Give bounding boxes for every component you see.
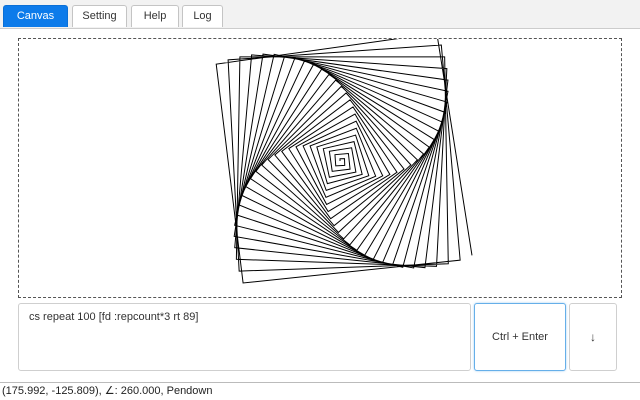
- tab-setting[interactable]: Setting: [72, 5, 127, 27]
- turtle-path: [215, 39, 473, 284]
- turtle-heading: ∠: 260.000,: [104, 385, 164, 397]
- run-button[interactable]: Ctrl + Enter: [474, 303, 566, 371]
- tab-canvas[interactable]: Canvas: [3, 5, 68, 27]
- turtle-drawing: [215, 39, 473, 284]
- tab-bar: Canvas Setting Help Log: [0, 0, 640, 29]
- code-editor[interactable]: cs repeat 100 [fd :repcount*3 rt 89]: [18, 303, 471, 371]
- turtle-position: (175.992, -125.809),: [2, 385, 102, 397]
- down-arrow-icon[interactable]: ↓: [569, 303, 617, 371]
- tab-help[interactable]: Help: [131, 5, 179, 27]
- turtle-canvas[interactable]: [18, 38, 622, 298]
- pen-state: Pendown: [166, 385, 213, 397]
- status-bar: (175.992, -125.809), ∠: 260.000, Pendown: [0, 382, 640, 400]
- tab-log[interactable]: Log: [182, 5, 223, 27]
